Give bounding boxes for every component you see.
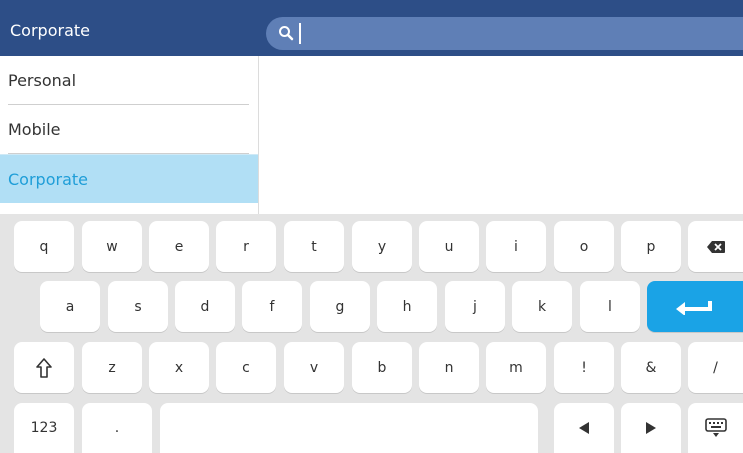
key-label: s — [134, 298, 142, 315]
key-label: a — [65, 298, 75, 315]
key-label: f — [269, 298, 275, 315]
key-e[interactable]: e — [149, 221, 209, 272]
search-input[interactable] — [266, 17, 743, 50]
key-p[interactable]: p — [621, 221, 681, 272]
key-o[interactable]: o — [554, 221, 614, 272]
key-t[interactable]: t — [284, 221, 344, 272]
key-period[interactable]: . — [82, 403, 152, 453]
key-label: q — [39, 238, 49, 255]
key-label: b — [377, 359, 387, 376]
enter-key[interactable] — [647, 281, 743, 332]
key-label: m — [509, 359, 523, 376]
key-exclamation[interactable]: ! — [554, 342, 614, 393]
key-label: t — [311, 238, 317, 255]
key-label: n — [444, 359, 454, 376]
key-label: 123 — [30, 420, 58, 436]
backspace-icon — [706, 240, 726, 254]
key-l[interactable]: l — [580, 281, 640, 332]
header-title: Corporate — [10, 21, 90, 40]
key-j[interactable]: j — [445, 281, 505, 332]
key-label: d — [200, 298, 210, 315]
key-label: c — [242, 359, 250, 376]
shift-key[interactable] — [14, 342, 74, 393]
keyboard-icon — [704, 418, 727, 438]
search-icon — [278, 25, 294, 41]
key-label: z — [108, 359, 116, 376]
folder-item-label: Mobile — [8, 120, 61, 139]
key-a[interactable]: a — [40, 281, 100, 332]
space-key[interactable] — [160, 403, 538, 453]
key-label: j — [473, 298, 477, 315]
key-f[interactable]: f — [242, 281, 302, 332]
key-ampersand[interactable]: & — [621, 342, 681, 393]
key-d[interactable]: d — [175, 281, 235, 332]
folder-item-label: Corporate — [8, 170, 88, 189]
key-s[interactable]: s — [108, 281, 168, 332]
folder-item-label: Personal — [8, 71, 77, 90]
key-z[interactable]: z — [82, 342, 142, 393]
key-label: ! — [581, 359, 587, 376]
key-g[interactable]: g — [310, 281, 370, 332]
key-w[interactable]: w — [82, 221, 142, 272]
key-label: w — [106, 238, 118, 255]
key-label: v — [309, 359, 319, 376]
left-arrow-key[interactable] — [554, 403, 614, 453]
key-b[interactable]: b — [352, 342, 412, 393]
key-label: h — [402, 298, 412, 315]
key-q[interactable]: q — [14, 221, 74, 272]
key-x[interactable]: x — [149, 342, 209, 393]
key-label: e — [174, 238, 184, 255]
hide-keyboard-key[interactable] — [688, 403, 743, 453]
key-label: u — [444, 238, 454, 255]
key-label: p — [646, 238, 656, 255]
key-v[interactable]: v — [284, 342, 344, 393]
folder-list: Personal Mobile Corporate — [0, 56, 259, 214]
key-c[interactable]: c — [216, 342, 276, 393]
folder-item-corporate[interactable]: Corporate — [0, 154, 258, 203]
key-label: o — [579, 238, 589, 255]
results-pane — [259, 56, 743, 214]
key-label: / — [713, 359, 718, 376]
key-label: l — [608, 298, 612, 315]
key-slash[interactable]: / — [688, 342, 743, 393]
folder-item-mobile[interactable]: Mobile — [0, 105, 258, 154]
on-screen-keyboard: q w e r t y u i o p a s d f g h j k l z … — [0, 214, 743, 453]
key-u[interactable]: u — [419, 221, 479, 272]
key-label: g — [335, 298, 345, 315]
backspace-key[interactable] — [688, 221, 743, 272]
right-arrow-key[interactable] — [621, 403, 681, 453]
key-label: x — [174, 359, 184, 376]
folder-item-personal[interactable]: Personal — [0, 56, 258, 104]
key-k[interactable]: k — [512, 281, 572, 332]
key-label: & — [645, 359, 657, 376]
key-n[interactable]: n — [419, 342, 479, 393]
header-bar: Corporate — [0, 0, 743, 56]
enter-icon — [675, 299, 715, 315]
key-y[interactable]: y — [352, 221, 412, 272]
numbers-key[interactable]: 123 — [14, 403, 74, 453]
key-r[interactable]: r — [216, 221, 276, 272]
arrow-right-icon — [645, 421, 657, 435]
text-cursor — [299, 23, 301, 44]
key-i[interactable]: i — [486, 221, 546, 272]
key-label: k — [537, 298, 547, 315]
key-h[interactable]: h — [377, 281, 437, 332]
key-label: . — [114, 420, 120, 436]
key-label: i — [514, 238, 518, 255]
key-m[interactable]: m — [486, 342, 546, 393]
key-label: y — [377, 238, 387, 255]
arrow-left-icon — [578, 421, 590, 435]
key-label: r — [243, 238, 249, 255]
shift-icon — [36, 357, 52, 378]
